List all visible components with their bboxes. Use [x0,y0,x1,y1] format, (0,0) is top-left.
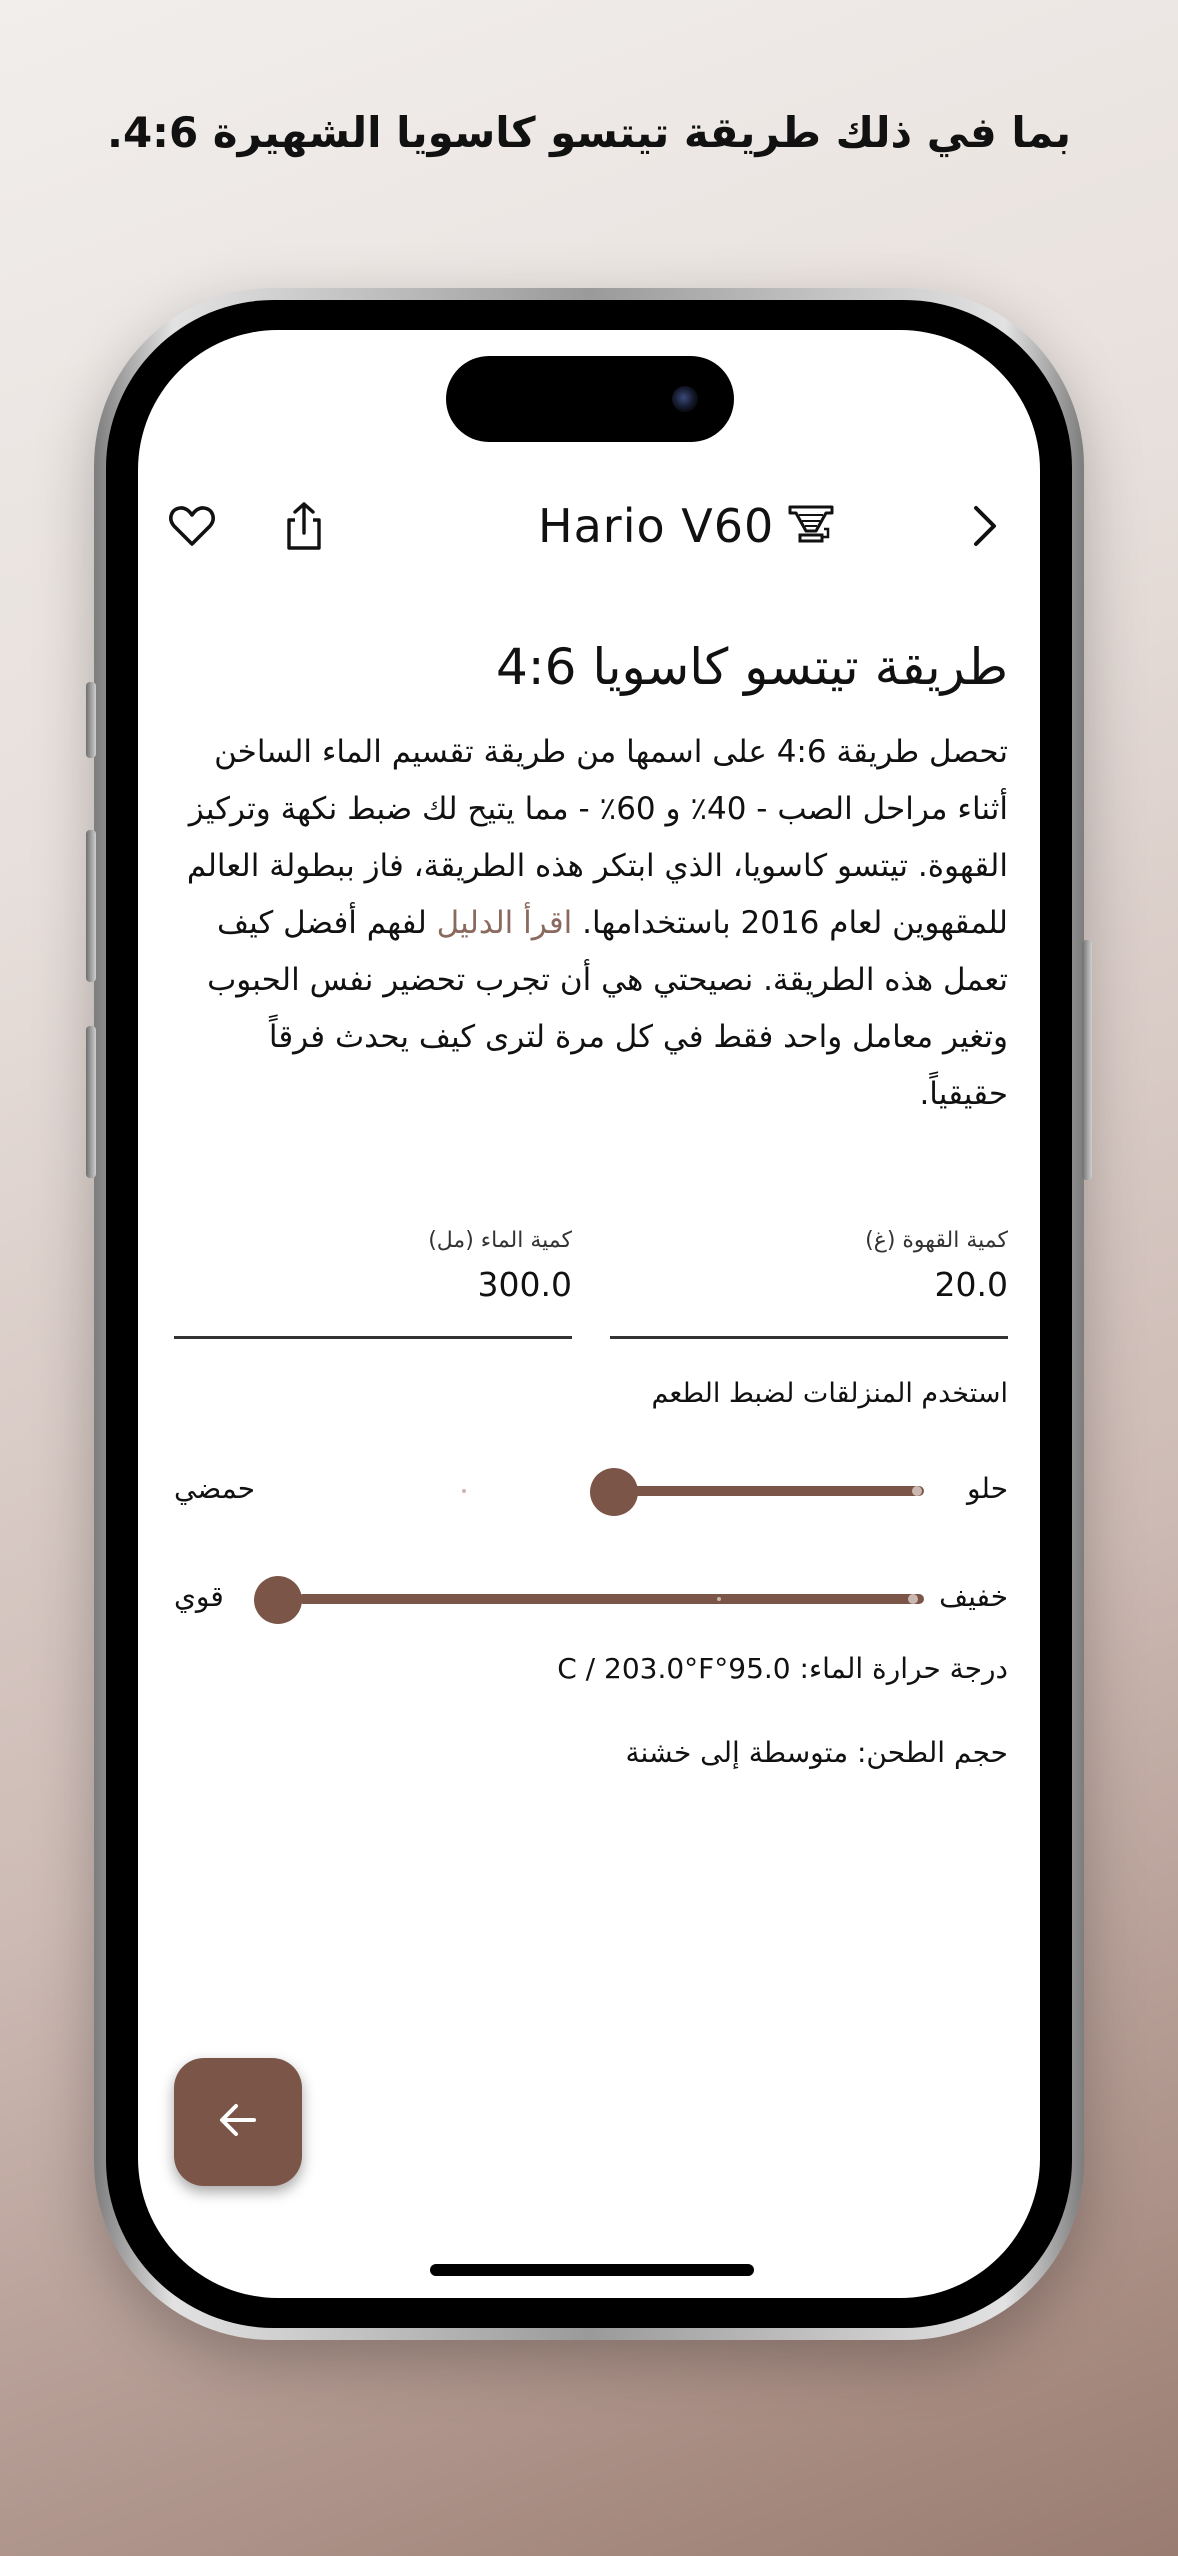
app-screen: Hario V60 طريقة تيتسو كاسويا 4:6 تحصل طر… [138,330,1040,2298]
taste-left-label: حمضي [174,1472,256,1505]
power-button [1082,940,1092,1180]
method-title: طريقة تيتسو كاسويا 4:6 [496,638,1008,696]
pour-over-icon [786,501,836,551]
strength-right-label: خفيف [939,1580,1008,1613]
water-temperature: درجة حرارة الماء: 95.0°C / 203.0°F [557,1652,1008,1685]
coffee-amount-label: كمية القهوة (غ) [865,1228,1008,1253]
dynamic-island [446,356,734,442]
strength-track-active [298,1594,924,1604]
guide-link[interactable]: اقرأ الدليل [437,905,573,941]
volume-up-button [86,830,96,982]
page-title: Hario V60 [538,499,775,553]
taste-track-active [624,1486,924,1496]
taste-track-stop [462,1489,466,1493]
heart-icon[interactable] [166,500,218,552]
share-icon[interactable] [278,500,330,552]
grind-size: حجم الطحن: متوسطة إلى خشنة [625,1736,1008,1769]
header-title-group: Hario V60 [538,490,836,562]
coffee-amount-input[interactable]: 20.0 [610,1265,1008,1304]
slider-hint: استخدم المنزلقات لضبط الطعم [651,1378,1008,1409]
amount-inputs: كمية القهوة (غ) 20.0 كمية الماء (مل) 300… [174,1228,1008,1339]
strength-left-label: قوي [174,1580,224,1613]
taste-slider-thumb[interactable] [590,1468,638,1516]
strength-track-end [908,1594,918,1604]
water-amount-label: كمية الماء (مل) [428,1228,572,1253]
back-button[interactable] [174,2058,302,2186]
strength-slider[interactable]: قوي خفيف [174,1570,1008,1626]
taste-track-end [912,1486,922,1496]
camera-icon [672,386,698,412]
method-description: تحصل طريقة 4:6 على اسمها من طريقة تقسيم … [174,724,1008,1123]
method-content: طريقة تيتسو كاسويا 4:6 تحصل طريقة 4:6 عل… [174,632,1008,1123]
taste-slider[interactable]: حمضي حلو [174,1462,1008,1518]
coffee-amount-field[interactable]: كمية القهوة (غ) 20.0 [610,1228,1008,1339]
promo-headline: بما في ذلك طريقة تيتسو كاسويا الشهيرة 4:… [106,108,1072,157]
app-header: Hario V60 [138,490,1040,562]
water-amount-input[interactable]: 300.0 [174,1265,572,1304]
volume-down-button [86,1026,96,1178]
arrow-left-icon [216,2098,260,2146]
action-button [86,682,96,758]
chevron-right-icon[interactable] [958,500,1010,552]
home-indicator[interactable] [430,2264,754,2276]
taste-right-label: حلو [966,1472,1008,1505]
strength-slider-thumb[interactable] [254,1576,302,1624]
water-amount-field[interactable]: كمية الماء (مل) 300.0 [174,1228,572,1339]
strength-track-stop [717,1597,721,1601]
